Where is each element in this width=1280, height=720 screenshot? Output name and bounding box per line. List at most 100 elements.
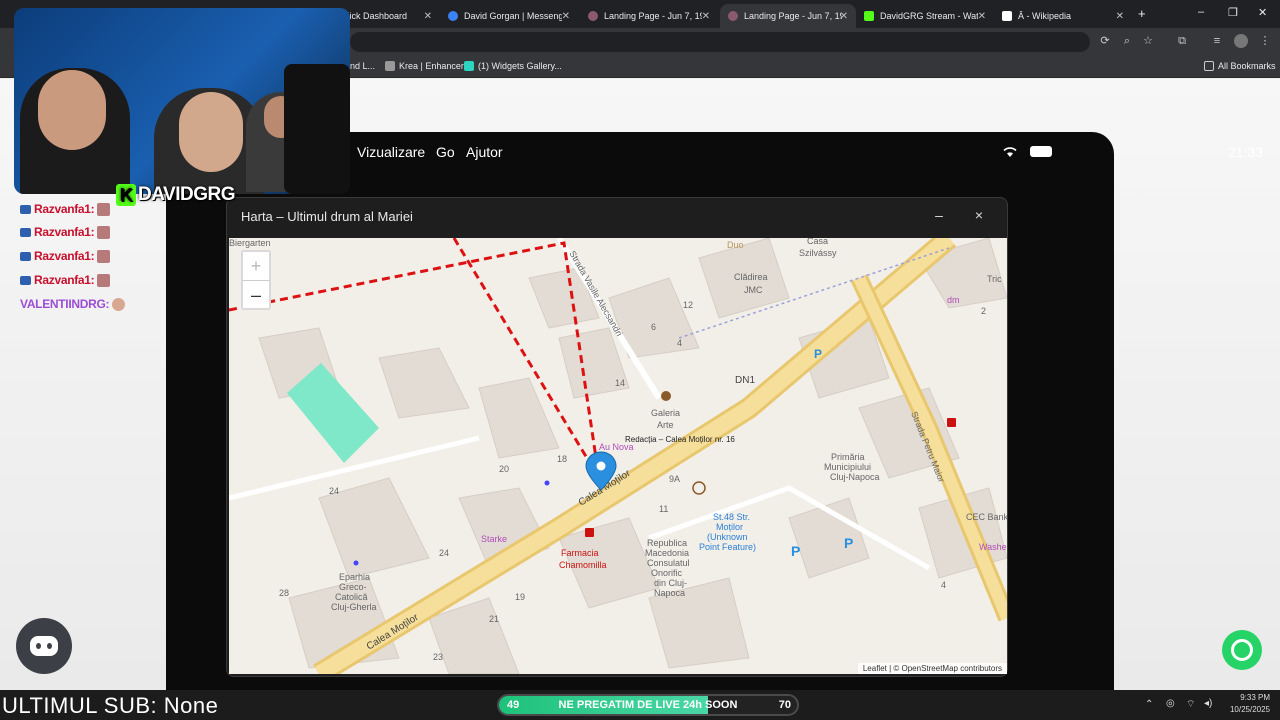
tablet-clock: 21:33	[1228, 144, 1264, 160]
tab-label: Landing Page - Jun 7, 19:	[604, 11, 702, 21]
zoom-in-button[interactable]: +	[243, 252, 269, 280]
tray-network-icon[interactable]: ◎	[1166, 698, 1175, 709]
menu-vizualizare[interactable]: Vizualizare	[357, 144, 425, 160]
last-sub-text: ULTIMUL SUB: None	[2, 693, 219, 718]
svg-text:24: 24	[439, 548, 449, 558]
close-icon[interactable]: ✕	[978, 11, 986, 22]
all-bookmarks-label: All Bookmarks	[1218, 61, 1276, 71]
minimize-window-icon[interactable]: –	[1198, 6, 1204, 18]
tab-landing-page-1[interactable]: Landing Page - Jun 7, 19: ✕	[580, 4, 718, 28]
emote-icon	[112, 297, 126, 311]
folder-icon	[1204, 61, 1214, 71]
discord-icon[interactable]	[16, 618, 72, 674]
menu-ajutor[interactable]: Ajutor	[466, 144, 503, 160]
map-attribution[interactable]: Leaflet | © OpenStreetMap contributors	[857, 663, 1007, 674]
tab-davidgrg-stream[interactable]: DavidGRG Stream - Watc ✕	[856, 4, 994, 28]
svg-text:Cluj-Gherla: Cluj-Gherla	[331, 602, 377, 612]
volume-icon[interactable]: ◂)	[1204, 698, 1212, 709]
battery-icon	[1030, 146, 1052, 157]
sub-badge-icon	[20, 227, 31, 237]
svg-text:23: 23	[433, 652, 443, 662]
kick-logo-icon: K	[116, 184, 136, 206]
sub-badge-icon	[20, 204, 31, 214]
profile-avatar-icon[interactable]	[1234, 34, 1248, 48]
svg-text:DN1: DN1	[735, 375, 755, 386]
page-icon	[728, 11, 738, 21]
tab-messenger[interactable]: David Gorgan | Messenger ✕	[440, 4, 578, 28]
svg-text:9A: 9A	[669, 474, 680, 484]
tray-chevron-icon[interactable]: ⌃	[1145, 699, 1153, 710]
page-icon	[588, 11, 598, 21]
bookmark-star-icon[interactable]: ☆	[1141, 34, 1155, 48]
svg-text:CEC Bank: CEC Bank	[966, 512, 1007, 522]
map-view[interactable]: P P P Calea Moților Calea Moților Strada…	[229, 238, 1007, 674]
widgets-icon	[464, 61, 474, 71]
whatsapp-icon[interactable]	[1222, 630, 1262, 670]
reading-list-icon[interactable]: ≡	[1210, 34, 1224, 48]
svg-text:Catolică: Catolică	[335, 592, 368, 602]
wikipedia-icon	[1002, 11, 1012, 21]
bookmark-item[interactable]: Krea | Enhancer	[385, 61, 464, 71]
svg-text:Biergarten: Biergarten	[229, 238, 271, 248]
tab-landing-page-2[interactable]: Landing Page - Jun 7, 19: ✕	[720, 4, 856, 28]
more-menu-icon[interactable]: ⋮	[1258, 34, 1272, 48]
svg-text:20: 20	[499, 464, 509, 474]
channel-name: DAVIDGRG	[138, 184, 235, 205]
taskbar-clock[interactable]: 9:33 PM 10/25/2025	[1230, 692, 1270, 716]
translate-icon[interactable]: ⟳	[1098, 34, 1112, 48]
chat-username: VALENTIINDRG:	[20, 297, 110, 311]
new-tab-icon[interactable]: +	[1138, 6, 1146, 21]
svg-text:4: 4	[941, 580, 946, 590]
close-window-icon[interactable]: ✕	[1258, 6, 1267, 19]
address-bar[interactable]	[350, 32, 1090, 52]
wifi-tray-icon[interactable]: ⌔	[1186, 698, 1195, 711]
zoom-icon[interactable]: ⌕	[1120, 34, 1134, 48]
svg-text:Onorific: Onorific	[651, 568, 683, 578]
svg-text:Point Feature): Point Feature)	[699, 542, 756, 552]
svg-text:Cluj-Napoca: Cluj-Napoca	[830, 472, 880, 482]
svg-text:(Unknown: (Unknown	[707, 532, 748, 542]
bookmark-item[interactable]: (1) Widgets Gallery...	[464, 61, 562, 71]
svg-text:28: 28	[279, 588, 289, 598]
svg-text:Eparhia: Eparhia	[339, 572, 370, 582]
svg-text:18: 18	[557, 454, 567, 464]
wifi-icon	[1002, 145, 1018, 157]
svg-text:Arte: Arte	[657, 420, 674, 430]
bookmark-item[interactable]: nd L...	[350, 61, 375, 71]
close-button[interactable]: ×	[969, 207, 989, 223]
svg-text:14: 14	[615, 378, 625, 388]
all-bookmarks[interactable]: All Bookmarks	[1204, 61, 1276, 71]
svg-text:Macedonia: Macedonia	[645, 548, 689, 558]
close-icon[interactable]: ✕	[702, 11, 710, 22]
minimize-button[interactable]: –	[929, 207, 949, 223]
svg-text:Casa: Casa	[807, 238, 828, 246]
svg-text:Napoca: Napoca	[654, 588, 685, 598]
krea-icon	[385, 61, 395, 71]
close-icon[interactable]: ✕	[840, 11, 848, 22]
restore-window-icon[interactable]: ❐	[1228, 6, 1238, 19]
svg-text:Clădirea: Clădirea	[734, 272, 768, 282]
tab-wikipedia[interactable]: Â - Wikipedia ✕	[994, 4, 1132, 28]
sub-badge-icon	[20, 251, 31, 261]
zoom-out-button[interactable]: –	[243, 280, 269, 308]
close-icon[interactable]: ✕	[562, 11, 570, 22]
svg-text:19: 19	[515, 592, 525, 602]
chat-username: Razvanfa1:	[34, 249, 95, 263]
menu-go[interactable]: Go	[436, 144, 455, 160]
emote-icon	[97, 202, 111, 216]
svg-text:P: P	[791, 543, 800, 559]
svg-text:dm: dm	[947, 295, 960, 305]
svg-text:Greco-: Greco-	[339, 582, 367, 592]
marker-label: Redacția – Calea Moților nr. 16	[625, 435, 735, 444]
svg-text:21: 21	[489, 614, 499, 624]
taskbar-time: 9:33 PM	[1240, 693, 1270, 702]
chat-message: Razvanfa1:	[20, 273, 111, 287]
tab-label: Â - Wikipedia	[1018, 11, 1072, 21]
extensions-icon[interactable]: ⧉	[1175, 34, 1189, 48]
chat-message: Razvanfa1:	[20, 202, 111, 216]
close-icon[interactable]: ✕	[1116, 11, 1124, 22]
svg-text:din Cluj-: din Cluj-	[654, 578, 687, 588]
svg-text:Duo: Duo	[727, 240, 744, 250]
close-icon[interactable]: ✕	[424, 11, 432, 22]
svg-text:P: P	[844, 535, 853, 551]
